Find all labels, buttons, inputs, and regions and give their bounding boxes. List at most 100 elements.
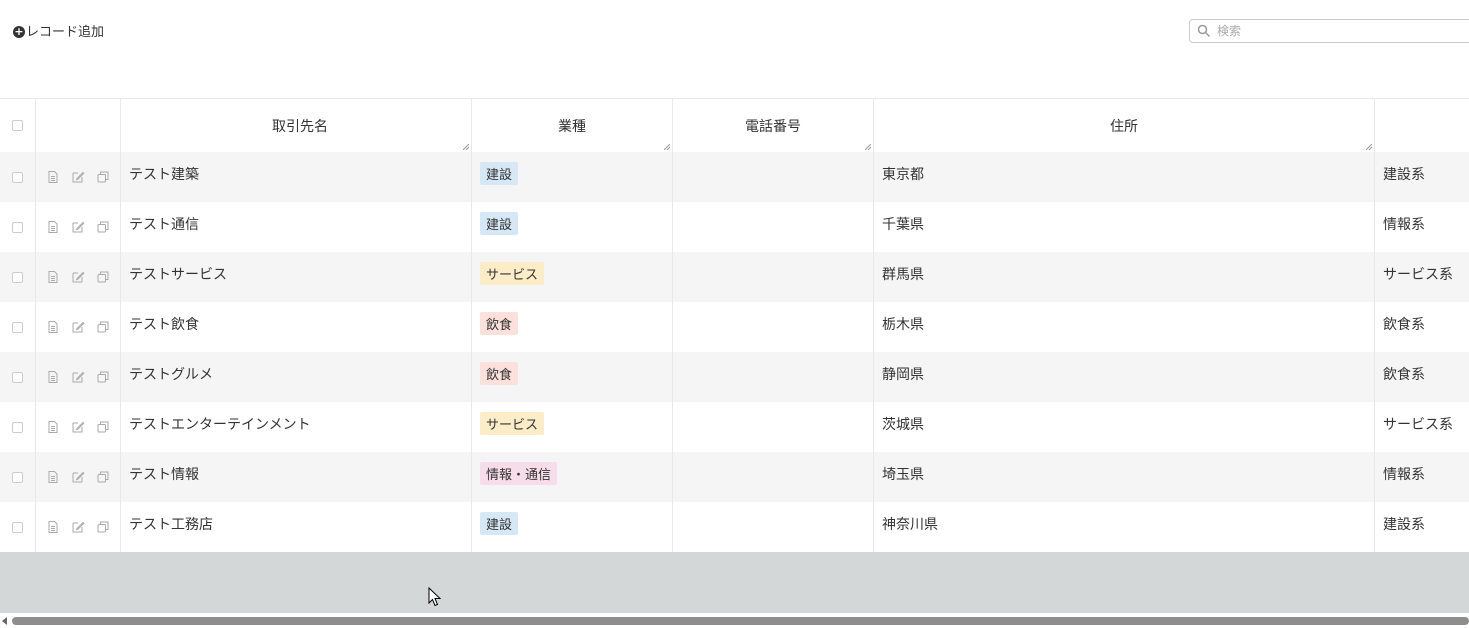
row-checkbox[interactable]	[12, 421, 23, 433]
row-checkbox[interactable]	[12, 371, 23, 383]
cell-extra[interactable]: 飲食系	[1375, 302, 1469, 352]
scroll-left-arrow-icon[interactable]	[2, 617, 7, 625]
cell-name[interactable]: テスト工務店	[121, 502, 472, 552]
cell-address[interactable]: 東京都	[874, 152, 1375, 202]
edit-icon[interactable]	[71, 370, 85, 384]
column-header-address[interactable]: 住所	[874, 99, 1375, 152]
table-row[interactable]: テストエンターテインメント サービス 茨城県 サービス系	[0, 402, 1469, 452]
cell-name[interactable]: テスト建築	[121, 152, 472, 202]
row-checkbox[interactable]	[12, 321, 23, 333]
cell-industry[interactable]: サービス	[472, 252, 673, 302]
view-document-icon[interactable]	[46, 270, 60, 284]
cell-phone[interactable]	[673, 352, 874, 402]
cell-extra[interactable]: 飲食系	[1375, 352, 1469, 402]
row-checkbox[interactable]	[12, 171, 23, 183]
view-document-icon[interactable]	[46, 370, 60, 384]
view-document-icon[interactable]	[46, 170, 60, 184]
copy-icon[interactable]	[96, 420, 110, 434]
row-select-cell	[0, 252, 36, 302]
resize-handle-icon[interactable]	[463, 144, 469, 150]
row-checkbox[interactable]	[12, 221, 23, 233]
cell-phone[interactable]	[673, 402, 874, 452]
cell-industry[interactable]: 飲食	[472, 352, 673, 402]
cell-extra[interactable]: 情報系	[1375, 202, 1469, 252]
table-row[interactable]: テストサービス サービス 群馬県 サービス系	[0, 252, 1469, 302]
cell-extra[interactable]: サービス系	[1375, 252, 1469, 302]
cell-address[interactable]: 静岡県	[874, 352, 1375, 402]
scrollbar-thumb[interactable]	[12, 617, 1469, 625]
column-header-industry[interactable]: 業種	[472, 99, 673, 152]
cell-address[interactable]: 埼玉県	[874, 452, 1375, 502]
edit-icon[interactable]	[71, 520, 85, 534]
cell-address[interactable]: 神奈川県	[874, 502, 1375, 552]
copy-icon[interactable]	[96, 370, 110, 384]
copy-icon[interactable]	[96, 170, 110, 184]
cell-address[interactable]: 茨城県	[874, 402, 1375, 452]
copy-icon[interactable]	[96, 470, 110, 484]
cell-address[interactable]: 栃木県	[874, 302, 1375, 352]
cell-extra-text: サービス系	[1383, 417, 1453, 433]
horizontal-scrollbar[interactable]	[0, 613, 1469, 628]
cell-industry[interactable]: 情報・通信	[472, 452, 673, 502]
table-row[interactable]: テスト情報 情報・通信 埼玉県 情報系	[0, 452, 1469, 502]
table-row[interactable]: テストグルメ 飲食 静岡県 飲食系	[0, 352, 1469, 402]
cell-phone[interactable]	[673, 252, 874, 302]
copy-icon[interactable]	[96, 320, 110, 334]
cell-phone[interactable]	[673, 452, 874, 502]
cell-name[interactable]: テストサービス	[121, 252, 472, 302]
cell-address-text: 栃木県	[882, 317, 924, 333]
cell-address[interactable]: 千葉県	[874, 202, 1375, 252]
column-header-name[interactable]: 取引先名	[121, 99, 472, 152]
resize-handle-icon[interactable]	[865, 144, 871, 150]
view-document-icon[interactable]	[46, 320, 60, 334]
cell-industry[interactable]: 建設	[472, 152, 673, 202]
table-row[interactable]: テスト飲食 飲食 栃木県 飲食系	[0, 302, 1469, 352]
row-actions	[36, 152, 121, 202]
copy-icon[interactable]	[96, 270, 110, 284]
cell-phone[interactable]	[673, 202, 874, 252]
cell-extra[interactable]: 情報系	[1375, 452, 1469, 502]
cell-industry[interactable]: 建設	[472, 202, 673, 252]
cell-extra[interactable]: 建設系	[1375, 502, 1469, 552]
cell-industry[interactable]: 建設	[472, 502, 673, 552]
cell-phone[interactable]	[673, 152, 874, 202]
row-checkbox[interactable]	[12, 471, 23, 483]
edit-icon[interactable]	[71, 320, 85, 334]
table-row[interactable]: テスト工務店 建設 神奈川県 建設系	[0, 502, 1469, 552]
edit-icon[interactable]	[71, 170, 85, 184]
cell-extra[interactable]: サービス系	[1375, 402, 1469, 452]
view-document-icon[interactable]	[46, 470, 60, 484]
edit-icon[interactable]	[71, 220, 85, 234]
edit-icon[interactable]	[71, 470, 85, 484]
copy-icon[interactable]	[96, 220, 110, 234]
edit-icon[interactable]	[71, 270, 85, 284]
cell-address[interactable]: 群馬県	[874, 252, 1375, 302]
search-input[interactable]	[1217, 24, 1467, 38]
edit-icon[interactable]	[71, 420, 85, 434]
resize-handle-icon[interactable]	[1366, 144, 1372, 150]
column-header-extra[interactable]	[1375, 99, 1469, 152]
row-checkbox[interactable]	[12, 271, 23, 283]
view-document-icon[interactable]	[46, 520, 60, 534]
resize-handle-icon[interactable]	[664, 144, 670, 150]
cell-industry[interactable]: サービス	[472, 402, 673, 452]
cell-phone[interactable]	[673, 502, 874, 552]
column-header-phone[interactable]: 電話番号	[673, 99, 874, 152]
cell-name[interactable]: テストエンターテインメント	[121, 402, 472, 452]
cell-phone[interactable]	[673, 302, 874, 352]
copy-icon[interactable]	[96, 520, 110, 534]
row-checkbox[interactable]	[12, 521, 23, 533]
add-record-button[interactable]: + レコード追加	[13, 21, 104, 40]
cell-name[interactable]: テスト情報	[121, 452, 472, 502]
table-row[interactable]: テスト通信 建設 千葉県 情報系	[0, 202, 1469, 252]
cell-industry[interactable]: 飲食	[472, 302, 673, 352]
view-document-icon[interactable]	[46, 220, 60, 234]
search-box[interactable]	[1189, 19, 1469, 43]
cell-name[interactable]: テストグルメ	[121, 352, 472, 402]
view-document-icon[interactable]	[46, 420, 60, 434]
cell-name[interactable]: テスト通信	[121, 202, 472, 252]
select-all-checkbox[interactable]	[12, 120, 23, 131]
cell-name[interactable]: テスト飲食	[121, 302, 472, 352]
table-row[interactable]: テスト建築 建設 東京都 建設系	[0, 152, 1469, 202]
cell-extra[interactable]: 建設系	[1375, 152, 1469, 202]
